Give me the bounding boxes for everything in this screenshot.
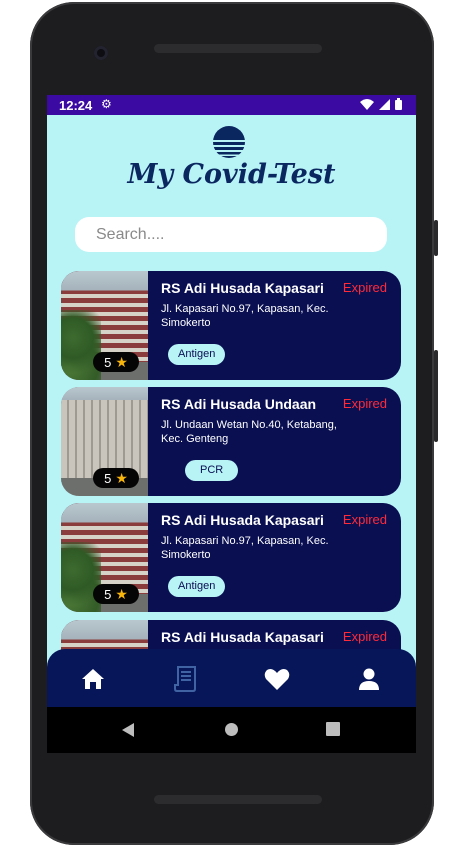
top-speaker	[154, 44, 322, 53]
status-label: Expired	[342, 629, 387, 644]
star-icon: ★	[115, 585, 128, 602]
nav-profile[interactable]	[354, 664, 384, 694]
nav-history[interactable]	[170, 664, 200, 694]
hospital-card[interactable]: 5 ★ RS Adi Husada Undaan Expired Jl. Unda…	[61, 387, 401, 496]
rating-value: 5	[104, 470, 112, 486]
hospital-name: RS Adi Husada Kapasari	[161, 512, 324, 528]
app-screen: 12:24 ⚙ My Covid-Test 5★ RS Adi Husada K…	[47, 95, 416, 707]
hospital-address: Jl. Undaan Wetan No.40, Ketabang, Kec. G…	[161, 419, 337, 445]
home-circle-icon[interactable]	[224, 722, 239, 737]
hospital-address: Jl. Kapasari No.97, Kapasan, Kec. Simoke…	[161, 535, 329, 561]
rating-value: 5	[104, 586, 112, 602]
hospital-name: RS Adi Husada Kapasari	[161, 629, 324, 645]
star-icon: ★	[115, 353, 128, 370]
home-icon	[82, 669, 104, 689]
app-logo-icon	[213, 126, 245, 158]
rating-badge: 5 ★	[93, 584, 139, 604]
test-type-chip[interactable]: PCR	[185, 460, 239, 481]
receipt-icon	[174, 666, 196, 692]
hospital-address: Jl. Kapasari No.97, Kapasan, Kec. Simoke…	[161, 303, 329, 329]
test-type-chip[interactable]: Antigen	[168, 344, 226, 365]
app-title: My Covid-Test	[127, 159, 336, 190]
rating-badge: 5 ★	[93, 352, 139, 372]
volume-button	[434, 350, 438, 442]
profile-icon	[359, 668, 379, 690]
bottom-navigation	[47, 649, 416, 707]
status-label: Expired	[342, 512, 387, 527]
nav-favorites[interactable]	[262, 664, 292, 694]
hospital-name: RS Adi Husada Undaan	[161, 396, 317, 412]
signal-icon	[379, 98, 390, 110]
heart-icon	[264, 668, 290, 690]
settings-gear-icon: ⚙	[101, 97, 112, 111]
search-bar[interactable]	[75, 217, 387, 252]
test-type-chip[interactable]: Antigen	[168, 576, 226, 597]
status-time: 12:24	[59, 98, 93, 113]
status-label: Expired	[342, 280, 387, 295]
status-bar: 12:24 ⚙	[47, 95, 416, 115]
battery-icon	[395, 98, 402, 110]
wifi-icon	[360, 98, 374, 110]
front-camera	[94, 46, 108, 60]
star-icon: ★	[115, 469, 128, 486]
system-navigation-bar	[47, 707, 416, 753]
power-button	[434, 220, 438, 256]
status-label: Expired	[342, 396, 387, 411]
back-icon[interactable]	[121, 722, 135, 738]
hospital-name: RS Adi Husada Kapasari	[161, 280, 324, 296]
bottom-speaker	[154, 795, 322, 804]
search-input[interactable]	[75, 217, 366, 252]
rating-value: 5	[104, 354, 112, 370]
recents-icon[interactable]	[326, 722, 340, 736]
nav-home[interactable]	[78, 664, 108, 694]
status-icons	[360, 98, 402, 110]
rating-badge: 5 ★	[93, 468, 139, 488]
hospital-card[interactable]: 5 ★ RS Adi Husada Kapasari Expired Jl. Ka…	[61, 271, 401, 380]
hospital-card[interactable]: 5 ★ RS Adi Husada Kapasari Expired Jl. Ka…	[61, 503, 401, 612]
